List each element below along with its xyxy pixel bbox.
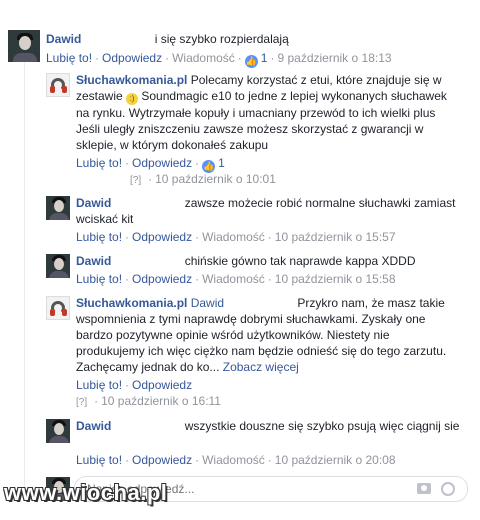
like-link[interactable]: Lubię to! <box>76 378 122 392</box>
reply-link[interactable]: Odpowiedz <box>132 230 192 244</box>
comment-body: Dawid wszystkie douszne się szybko psują… <box>76 418 461 434</box>
avatar[interactable] <box>46 196 70 220</box>
reply-link[interactable]: Odpowiedz <box>132 156 192 170</box>
avatar[interactable] <box>46 296 70 320</box>
camera-icon[interactable] <box>417 483 431 494</box>
comment-actions: Lubię to! · Odpowiedz <box>76 378 193 392</box>
avatar[interactable] <box>46 419 70 443</box>
edited-mark[interactable]: [?] <box>130 175 141 186</box>
edited-mark[interactable]: [?] <box>76 397 87 408</box>
like-link[interactable]: Lubię to! <box>46 51 92 65</box>
comment-timestamp[interactable]: 10 październik o 10:01 <box>155 172 276 186</box>
comment-body: Dawid chińskie gówno tak naprawde kappa … <box>76 253 461 269</box>
comment-timestamp[interactable]: 9 październik o 18:13 <box>277 51 391 65</box>
comment-body: Słuchawkomania.pl Polecamy korzystać z e… <box>76 72 461 153</box>
like-count[interactable]: 1 <box>261 51 268 65</box>
like-count[interactable]: 1 <box>218 156 225 170</box>
reply-thread-line <box>24 56 25 488</box>
reply-link[interactable]: Odpowiedz <box>132 378 192 392</box>
message-link[interactable]: Wiadomość <box>172 51 235 65</box>
message-link[interactable]: Wiadomość <box>202 453 265 467</box>
comment-author[interactable]: Dawid <box>76 196 111 210</box>
comment-text: chińskie gówno tak naprawde kappa XDDD <box>184 254 416 268</box>
sticker-icon[interactable] <box>441 482 455 496</box>
like-link[interactable]: Lubię to! <box>76 156 122 170</box>
comment-timestamp[interactable]: 10 październik o 15:57 <box>275 230 396 244</box>
reply-link[interactable]: Odpowiedz <box>132 272 192 286</box>
see-more-link[interactable]: Zobacz więcej <box>223 360 299 374</box>
comment-meta: [?] · 10 październik o 10:01 <box>130 172 276 186</box>
comment-timestamp[interactable]: 10 październik o 15:58 <box>275 272 396 286</box>
avatar[interactable] <box>8 30 40 62</box>
comment-timestamp[interactable]: 10 październik o 16:11 <box>101 394 221 408</box>
mention-link[interactable]: Dawid <box>191 296 224 310</box>
comment-text: wszystkie douszne się szybko psują więc … <box>184 419 460 433</box>
comment-actions: Lubię to! · Odpowiedz · Wiadomość · 👍 1 · 9 paźdz… <box>46 51 392 68</box>
avatar[interactable] <box>46 73 70 97</box>
comment-meta: [?] · 10 październik o 16:11 <box>76 394 221 408</box>
reply-link[interactable]: Odpowiedz <box>132 453 192 467</box>
reply-link[interactable]: Odpowiedz <box>102 51 162 65</box>
like-count-icon: 👍 <box>244 55 258 68</box>
comment-actions: Lubię to! · Odpowiedz · Wiadomość · 10 paździe… <box>76 230 396 244</box>
comment-body: Dawid i się szybko rozpierdalają <box>46 31 466 47</box>
comment-body: Słuchawkomania.pl Dawid Przykro nam, że … <box>76 295 461 375</box>
like-link[interactable]: Lubię to! <box>76 272 122 286</box>
watermark: www.wiocha.pl <box>4 480 168 505</box>
message-link[interactable]: Wiadomość <box>202 272 265 286</box>
comment-author[interactable]: Słuchawkomania.pl <box>76 296 187 310</box>
message-link[interactable]: Wiadomość <box>202 230 265 244</box>
comment-author[interactable]: Dawid <box>76 254 111 268</box>
comment-author[interactable]: Dawid <box>46 32 81 46</box>
smiley-emoji-icon: :) <box>126 93 139 105</box>
comment-author[interactable]: Słuchawkomania.pl <box>76 73 187 87</box>
comment-text: i się szybko rozpierdalają <box>154 32 289 46</box>
comment-timestamp[interactable]: 10 październik o 20:08 <box>275 453 396 467</box>
like-link[interactable]: Lubię to! <box>76 230 122 244</box>
comment-actions: Lubię to! · Odpowiedz · Wiadomość · 10 paździe… <box>76 272 396 286</box>
comment-body: Dawid zawsze możecie robić normalne słuc… <box>76 195 461 227</box>
comment-actions: Lubię to! · Odpowiedz · Wiadomość · 10 paździe… <box>76 453 396 467</box>
comment-author[interactable]: Dawid <box>76 419 111 433</box>
avatar[interactable] <box>46 254 70 278</box>
like-link[interactable]: Lubię to! <box>76 453 122 467</box>
